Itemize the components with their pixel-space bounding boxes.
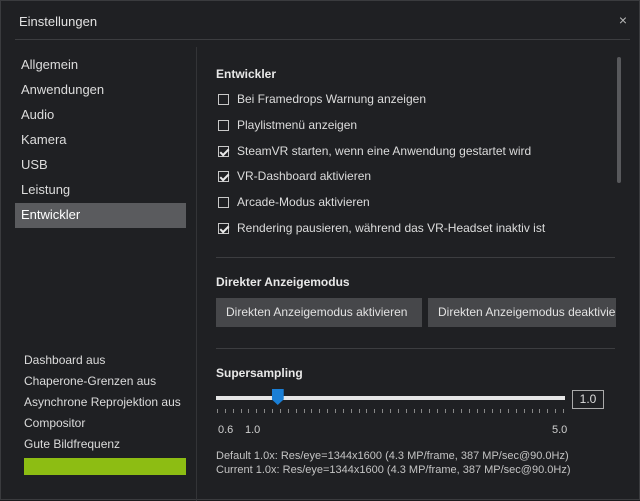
sidebar-nav: Allgemein Anwendungen Audio Kamera USB L… [15,53,186,228]
sidebar-divider [196,47,197,501]
slider-tick [500,409,502,413]
slider-tick [405,409,407,413]
option-label: VR-Dashboard aktivieren [237,169,372,183]
section-divider [216,257,615,258]
option-arcade-mode[interactable]: Arcade-Modus aktivieren [218,192,370,212]
supersampling-default-info: Default 1.0x: Res/eye=1344x1600 (4.3 MP/… [216,450,569,462]
slider-tick [547,409,549,413]
slider-tick [217,409,218,413]
developer-settings-content: Entwickler Bei Framedrops Warnung anzeig… [216,1,616,501]
status-compositor: Compositor [24,416,86,430]
slider-tick [445,409,447,413]
slider-tick [484,409,486,413]
slider-tick [382,409,384,413]
slider-tick [429,409,431,413]
slider-tick [279,409,281,413]
slider-tick [531,409,533,413]
supersampling-current-info: Current 1.0x: Res/eye=1344x1600 (4.3 MP/… [216,464,571,476]
slider-tick [248,409,250,413]
supersampling-slider-track[interactable] [216,396,565,400]
supersampling-value-input[interactable]: 1.0 [572,390,604,409]
slider-tick [476,409,478,413]
settings-window: Einstellungen × Allgemein Anwendungen Au… [0,0,640,501]
checkbox-checked[interactable] [218,170,229,182]
checkbox-checked[interactable] [218,145,229,157]
slider-tick [358,409,360,413]
checkbox[interactable] [218,93,229,105]
slider-tick [232,409,234,413]
slider-tick [342,409,344,413]
sidebar-item-anwendungen[interactable]: Anwendungen [15,78,186,103]
supersampling-slider-thumb[interactable] [271,389,284,405]
slider-tick [507,409,509,413]
slider-tick [311,409,313,413]
option-label: Arcade-Modus aktivieren [237,195,370,209]
supersampling-section-title: Supersampling [216,366,303,380]
option-label: SteamVR starten, wenn eine Anwendung ges… [237,144,532,158]
slider-tick [421,409,423,413]
sidebar-item-kamera[interactable]: Kamera [15,128,186,153]
close-icon[interactable]: × [619,12,627,28]
content-scrollbar[interactable] [617,57,621,183]
status-dashboard: Dashboard aus [24,353,106,367]
checkbox[interactable] [218,196,229,208]
option-label: Bei Framedrops Warnung anzeigen [237,92,426,106]
slider-tick [390,409,391,413]
slider-tick [350,409,352,413]
slider-tick [240,409,242,413]
slider-tick [327,409,329,413]
slider-tick [295,409,297,413]
sidebar-item-allgemein[interactable]: Allgemein [15,53,186,78]
option-label: Playlistmenü anzeigen [237,118,358,132]
status-reprojection: Asynchrone Reprojektion aus [24,395,181,409]
performance-status-bar [24,458,186,475]
slider-tick [539,409,541,413]
option-pause-rendering[interactable]: Rendering pausieren, während das VR-Head… [218,218,545,238]
option-playlist-menu[interactable]: Playlistmenü anzeigen [218,115,357,135]
slider-tick [303,409,305,413]
direct-mode-section-title: Direkter Anzeigemodus [216,275,350,289]
option-label: Rendering pausieren, während das VR-Head… [237,221,546,235]
sidebar-item-leistung[interactable]: Leistung [15,178,186,203]
slider-tick [287,409,289,413]
slider-tick [334,409,336,413]
sidebar-item-entwickler[interactable]: Entwickler [15,203,186,228]
checkbox[interactable] [218,119,229,131]
tick-label-current: 1.0 [245,424,261,436]
slider-tick [555,409,557,413]
slider-tick [468,409,470,413]
option-framedrop-warning[interactable]: Bei Framedrops Warnung anzeigen [218,89,426,109]
slider-tick [563,409,564,413]
slider-tick [413,409,415,413]
option-start-steamvr[interactable]: SteamVR starten, wenn eine Anwendung ges… [218,141,531,161]
slider-tick [224,409,226,413]
option-vr-dashboard[interactable]: VR-Dashboard aktivieren [218,166,371,186]
slider-tick [460,409,462,413]
slider-tick [523,409,525,413]
sidebar-item-audio[interactable]: Audio [15,103,186,128]
slider-tick [397,409,399,413]
status-framerate: Gute Bildfrequenz [24,437,121,451]
slider-tick [452,409,454,413]
section-divider [216,348,615,349]
slider-tick [366,409,368,413]
slider-tick [264,409,266,413]
slider-tick [272,409,274,413]
slider-tick [515,409,517,413]
slider-tick [492,409,494,413]
disable-direct-mode-button[interactable]: Direkten Anzeigemodus deaktivieren [428,298,616,327]
developer-section-title: Entwickler [216,67,277,81]
slider-tick [437,409,439,413]
slider-tick [374,409,376,413]
tick-label-min: 0.6 [218,424,234,436]
sidebar-item-usb[interactable]: USB [15,153,186,178]
status-panel: Dashboard aus Chaperone-Grenzen aus Asyn… [24,351,186,456]
enable-direct-mode-button[interactable]: Direkten Anzeigemodus aktivieren [216,298,422,327]
slider-tick [319,409,321,413]
checkbox-checked[interactable] [218,222,229,234]
slider-tick [256,409,258,413]
status-chaperone: Chaperone-Grenzen aus [24,374,157,388]
tick-label-max: 5.0 [552,424,568,436]
window-title: Einstellungen [19,14,98,29]
